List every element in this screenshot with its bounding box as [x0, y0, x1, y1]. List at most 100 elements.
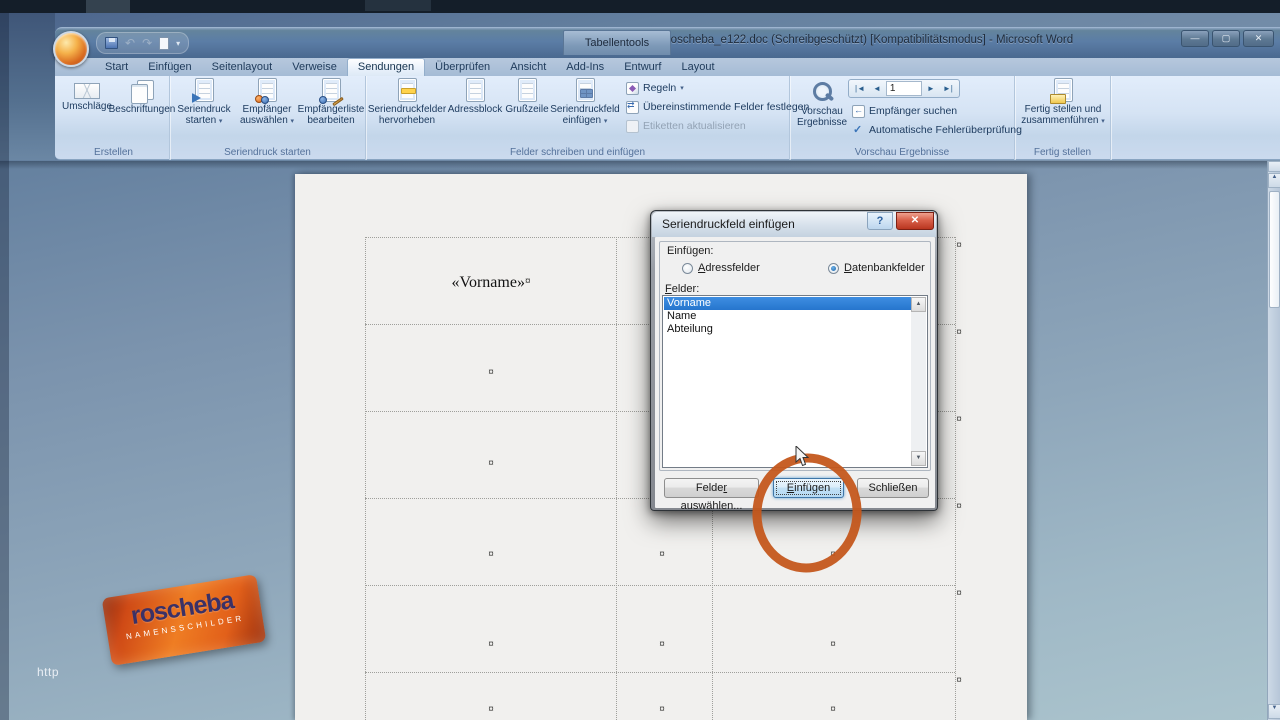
- window-title: roscheba_e122.doc (Schreibgeschützt) [Ko…: [620, 34, 1120, 46]
- edit-recipient-list-icon: [322, 78, 341, 102]
- row-end-marker: ¤: [956, 414, 962, 425]
- fertig-stellen-button[interactable]: Fertig stellen und zusammenführen ▾: [1017, 78, 1109, 140]
- datenbankfelder-radio[interactable]: [828, 263, 839, 274]
- labels-icon: [131, 80, 153, 102]
- maximize-button[interactable]: ▢: [1212, 30, 1240, 47]
- redo-icon[interactable]: ↷: [142, 37, 152, 49]
- rules-icon: [626, 82, 639, 95]
- qat-dropdown-icon[interactable]: ▾: [176, 39, 180, 48]
- save-icon[interactable]: [105, 37, 118, 49]
- tab-ueberpruefen[interactable]: Überprüfen: [425, 59, 500, 76]
- tab-sendungen[interactable]: Sendungen: [347, 58, 425, 76]
- tab-layout[interactable]: Layout: [671, 59, 724, 76]
- cell-marker: ¤: [659, 639, 665, 650]
- ribbon-tab-row: Start Einfügen Seitenlayout Verweise Sen…: [55, 58, 1280, 76]
- find-recipient-icon: [852, 105, 865, 118]
- list-scroll-down-icon[interactable]: ▼: [911, 451, 926, 466]
- tab-ansicht[interactable]: Ansicht: [500, 59, 556, 76]
- dropdown-arrow-icon: ▾: [604, 118, 608, 125]
- table-border: [365, 672, 955, 673]
- greeting-line-icon: [518, 78, 537, 102]
- tab-einfuegen[interactable]: Einfügen: [138, 59, 201, 76]
- cell-marker: ¤: [488, 367, 494, 378]
- video-left-edge: [0, 13, 9, 720]
- annotation-circle: [748, 450, 866, 576]
- screen: http ↶ ↷ ▾ Tabellentools roscheba_e122.d…: [0, 0, 1280, 720]
- video-strip-patch: [365, 0, 431, 11]
- dialog-help-button[interactable]: ?: [867, 212, 893, 230]
- empfaengerliste-bearbeiten-button[interactable]: Empfängerliste bearbeiten: [300, 78, 362, 140]
- dropdown-arrow-icon: ▾: [219, 118, 223, 125]
- scrollbar-thumb[interactable]: [1269, 191, 1280, 308]
- list-scrollbar[interactable]: ▲ ▼: [911, 297, 926, 466]
- last-record-button[interactable]: ►|: [940, 81, 956, 96]
- close-dialog-button[interactable]: Schließen: [857, 478, 929, 498]
- group-felder-schreiben: Seriendruckfelder hervorheben Adressbloc…: [366, 76, 790, 160]
- ribbon: Umschläge Beschriftungen Erstellen Serie…: [55, 76, 1280, 160]
- seriendruck-starten-button[interactable]: Seriendruck starten ▾: [174, 78, 234, 140]
- group-erstellen: Umschläge Beschriftungen Erstellen: [58, 76, 170, 160]
- empfaenger-suchen-button[interactable]: Empfänger suchen: [852, 103, 957, 119]
- seriendruckfelder-hervorheben-button[interactable]: Seriendruckfelder hervorheben: [368, 78, 446, 140]
- adressblock-button[interactable]: Adressblock: [448, 78, 502, 140]
- uebereinstimmende-felder-button[interactable]: Übereinstimmende Felder festlegen: [626, 99, 809, 115]
- merge-field-text[interactable]: «Vorname»¤: [451, 274, 530, 292]
- vertical-scrollbar[interactable]: ▲ ▼: [1267, 161, 1280, 720]
- adressfelder-radio[interactable]: [682, 263, 693, 274]
- adressfelder-radio-label[interactable]: Adressfelder: [698, 262, 760, 274]
- tab-seitenlayout[interactable]: Seitenlayout: [202, 59, 283, 76]
- ruler-toggle-button[interactable]: [1268, 161, 1280, 172]
- previous-record-button[interactable]: ◄: [870, 81, 884, 96]
- record-number-field[interactable]: 1: [886, 81, 922, 96]
- video-top-strip: [0, 0, 1280, 13]
- tab-entwurf[interactable]: Entwurf: [614, 59, 671, 76]
- dropdown-arrow-icon: ▾: [1101, 118, 1105, 125]
- umschlaege-button[interactable]: Umschläge: [61, 78, 113, 140]
- office-button[interactable]: [53, 31, 89, 67]
- close-button[interactable]: ✕: [1243, 30, 1274, 47]
- group-fertig-stellen: Fertig stellen und zusammenführen ▾ Fert…: [1015, 76, 1111, 160]
- scroll-up-icon[interactable]: ▲: [1268, 173, 1280, 188]
- minimize-button[interactable]: —: [1181, 30, 1209, 47]
- row-end-marker: ¤: [956, 588, 962, 599]
- grusszeile-button[interactable]: Grußzeile: [504, 78, 550, 140]
- document-icon[interactable]: [159, 37, 169, 50]
- next-record-button[interactable]: ►: [924, 81, 938, 96]
- match-fields-icon: [626, 101, 639, 114]
- preview-results-icon: [810, 80, 834, 104]
- ribbon-shadow: [0, 161, 1280, 169]
- group-label: Felder schreiben und einfügen: [366, 147, 789, 158]
- undo-icon[interactable]: ↶: [125, 37, 135, 49]
- address-block-icon: [466, 78, 485, 102]
- tab-addins[interactable]: Add-Ins: [556, 59, 614, 76]
- cell-marker: ¤: [830, 704, 836, 715]
- group-vorschau-ergebnisse: Vorschau Ergebnisse |◄ ◄ 1 ► ►| Empfänge…: [790, 76, 1015, 160]
- empfaenger-auswaehlen-button[interactable]: Empfänger auswählen ▾: [236, 78, 298, 140]
- first-record-button[interactable]: |◄: [852, 81, 868, 96]
- fields-list[interactable]: Vorname Name Abteilung ▲ ▼: [662, 295, 928, 468]
- tab-start[interactable]: Start: [95, 59, 138, 76]
- dialog-close-button[interactable]: ✕: [896, 212, 934, 230]
- regeln-button[interactable]: Regeln ▾: [626, 80, 684, 96]
- list-item-abteilung[interactable]: Abteilung: [664, 323, 913, 336]
- seriendruckfeld-einfuegen-button[interactable]: Seriendruckfeld einfügen ▾: [552, 78, 618, 140]
- record-navigator: |◄ ◄ 1 ► ►|: [848, 79, 960, 98]
- list-item-name[interactable]: Name: [664, 310, 913, 323]
- beschriftungen-button[interactable]: Beschriftungen: [115, 78, 169, 140]
- highlight-merge-fields-icon: [398, 78, 417, 102]
- mouse-cursor: [795, 446, 810, 468]
- auto-check-errors-icon: [852, 124, 865, 137]
- dialog-title[interactable]: Seriendruckfeld einfügen: [652, 212, 936, 237]
- datenbankfelder-radio-label[interactable]: Datenbankfelder: [844, 262, 925, 274]
- cell-marker: ¤: [659, 704, 665, 715]
- update-labels-icon: [626, 120, 639, 133]
- list-item-vorname[interactable]: Vorname: [664, 297, 913, 310]
- group-label: Seriendruck starten: [170, 147, 365, 158]
- list-scroll-up-icon[interactable]: ▲: [911, 297, 926, 312]
- scroll-down-icon[interactable]: ▼: [1268, 704, 1280, 719]
- tab-verweise[interactable]: Verweise: [282, 59, 347, 76]
- select-fields-button[interactable]: Felder auswählen...: [664, 478, 759, 498]
- vorschau-ergebnisse-button[interactable]: Vorschau Ergebnisse: [794, 78, 850, 140]
- fehlerueberpruefung-button[interactable]: Automatische Fehlerüberprüfung: [852, 122, 1022, 138]
- cell-marker: ¤: [488, 458, 494, 469]
